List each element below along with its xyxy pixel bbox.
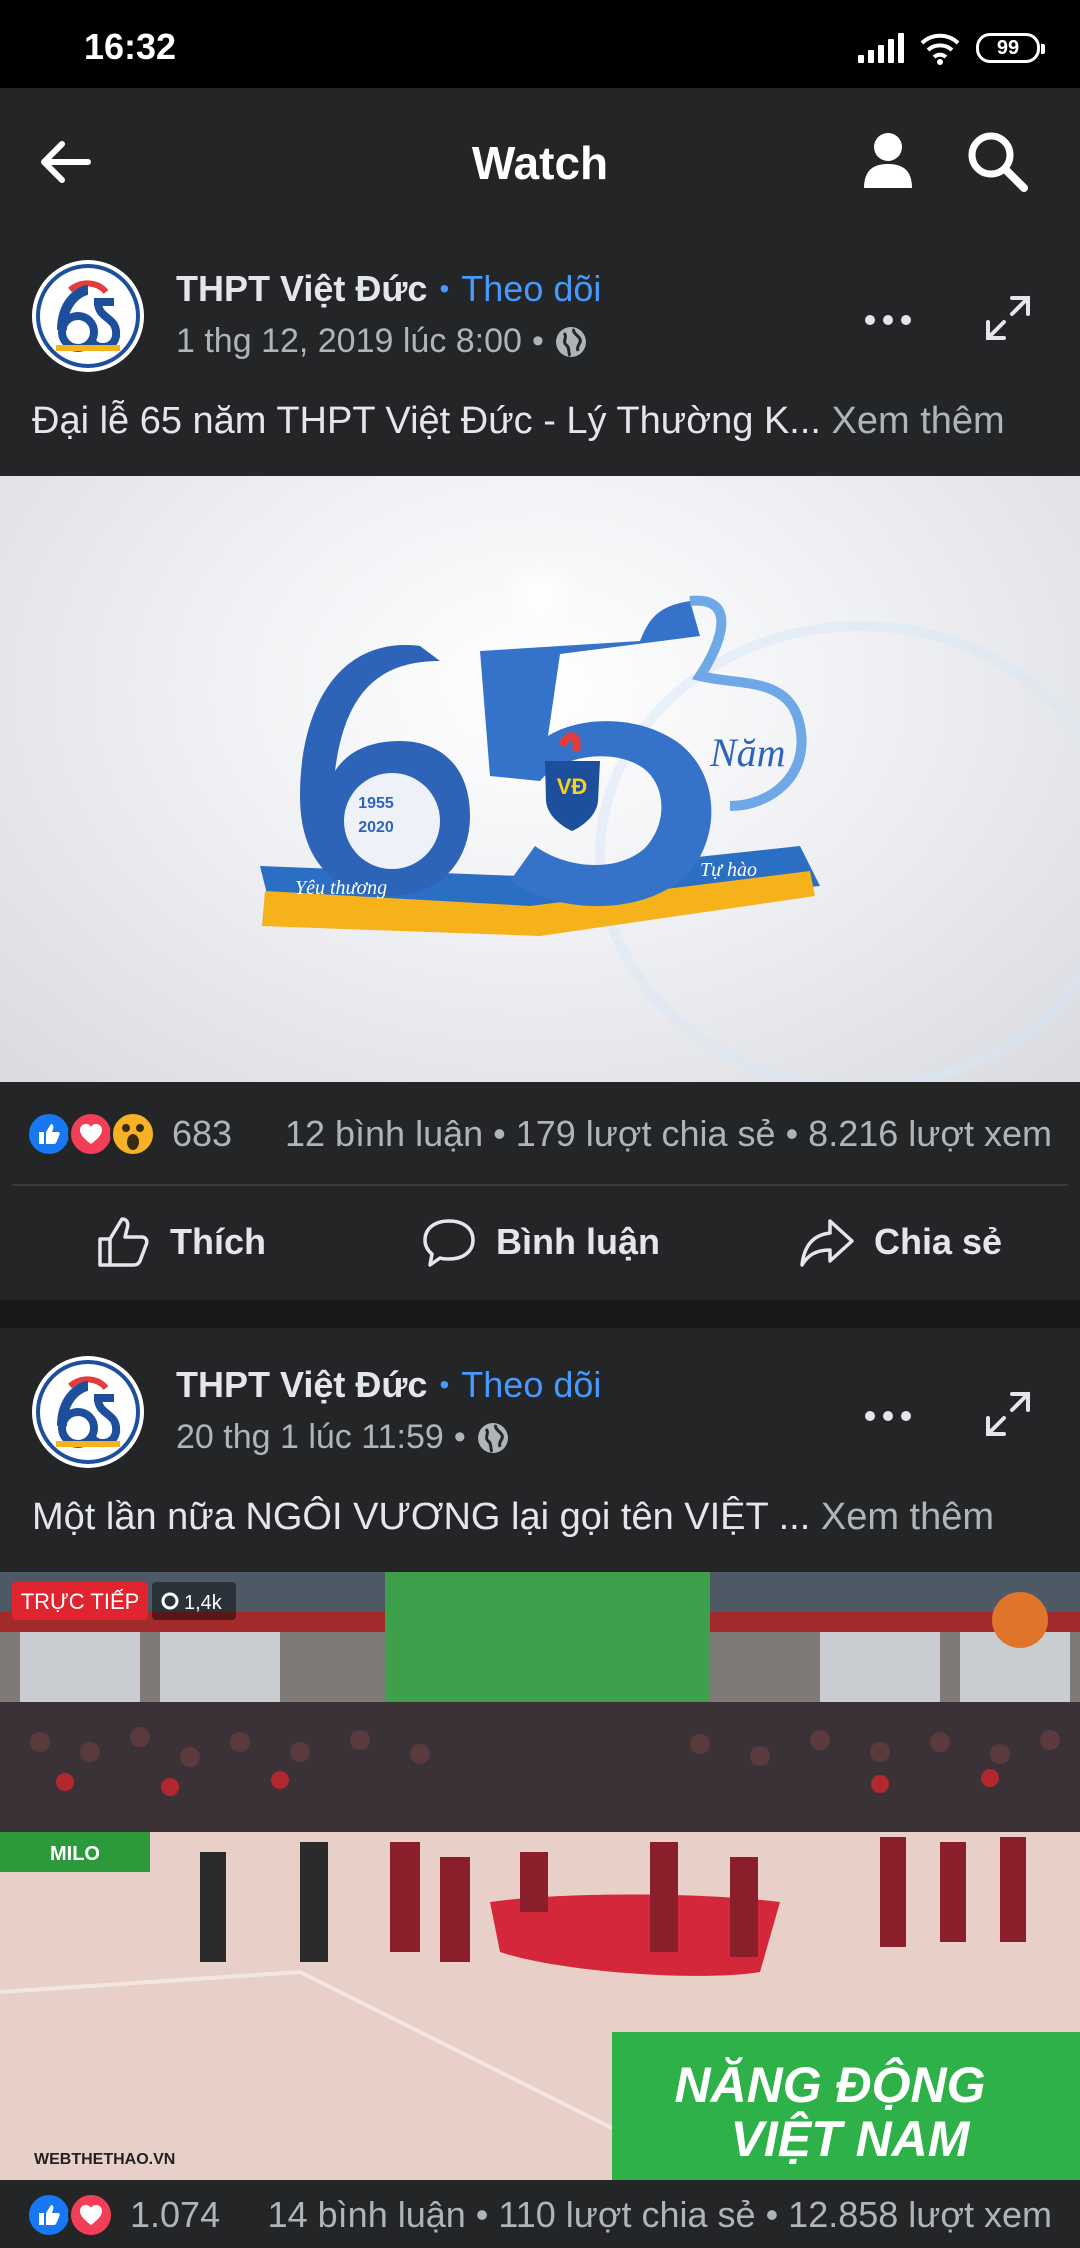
school-logo-icon: [36, 1360, 140, 1464]
banner-line1: NĂNG ĐỘNG: [674, 2056, 985, 2113]
dot-separator: •: [531, 322, 544, 360]
logo-initials: VĐ: [557, 774, 588, 799]
profile-icon[interactable]: [858, 130, 918, 190]
like-reaction-icon: [26, 1111, 72, 1157]
post-stats: 683 12 bình luận • 179 lượt chia sẻ • 8.…: [0, 1084, 1080, 1184]
reaction-summary[interactable]: 683: [26, 1111, 232, 1157]
caption-text: Một lần nữa NGÔI VƯƠNG lại gọi tên VIỆT …: [32, 1496, 811, 1538]
engagement-stats[interactable]: 14 bình luận • 110 lượt chia sẻ • 12.858…: [268, 2194, 1052, 2236]
globe-icon: [555, 326, 586, 357]
wifi-icon: [920, 33, 960, 65]
post-caption: Đại lễ 65 năm THPT Việt Đức - Lý Thường …: [32, 400, 1052, 443]
app-header: Watch: [0, 88, 1080, 232]
pride-ribbon-label: Tự hào: [700, 859, 757, 881]
dot-separator: •: [439, 273, 450, 304]
follow-button[interactable]: Theo dõi: [461, 1364, 601, 1406]
comment-label: Bình luận: [496, 1221, 660, 1262]
globe-icon: [477, 1422, 508, 1453]
page-title: Watch: [471, 137, 609, 189]
basketball-court-video-frame: MILO NĂNG ĐỘNG VIỆT NAM TRỰC TIẾP 1,4k W…: [0, 1572, 1080, 2180]
watermark: WEBTHETHAO.VN: [34, 2151, 175, 2168]
status-bar: 16:32 99: [0, 0, 1080, 88]
love-reaction-icon: [68, 1111, 114, 1157]
share-label: Chia sẻ: [873, 1221, 1003, 1262]
post-actions: Thích Bình luận Chia sẻ: [0, 1186, 1080, 1298]
expand-icon[interactable]: [982, 1388, 1034, 1440]
author-line: THPT Việt Đức • Theo dõi: [176, 268, 601, 310]
reaction-count: 1.074: [130, 2194, 221, 2235]
school-logo-icon: [36, 264, 140, 368]
years-end-label: 2020: [358, 819, 394, 836]
video-post: THPT Việt Đức • Theo dõi 1 thg 12, 2019 …: [0, 232, 1080, 1300]
author-line: THPT Việt Đức • Theo dõi: [176, 1364, 601, 1406]
more-options-button[interactable]: [854, 1396, 922, 1436]
engagement-stats[interactable]: 12 bình luận • 179 lượt chia sẻ • 8.216 …: [285, 1113, 1052, 1155]
search-icon[interactable]: [966, 130, 1028, 192]
dot-separator: •: [439, 1369, 450, 1400]
dot-separator: •: [453, 1418, 466, 1456]
avatar[interactable]: [32, 1356, 144, 1468]
caption-text: Đại lễ 65 năm THPT Việt Đức - Lý Thường …: [32, 400, 821, 442]
status-icons: 99: [858, 30, 1045, 66]
video-post: THPT Việt Đức • Theo dõi 20 thg 1 lúc 11…: [0, 1328, 1080, 2248]
comment-button[interactable]: Bình luận: [360, 1186, 720, 1298]
video-player[interactable]: MILO NĂNG ĐỘNG VIỆT NAM TRỰC TIẾP 1,4k W…: [0, 1572, 1080, 2180]
viewer-count: 1,4k: [184, 1592, 223, 1614]
like-label: Thích: [170, 1221, 266, 1262]
battery-icon: 99: [976, 33, 1045, 63]
milo-ad-label: MILO: [50, 1843, 100, 1865]
post-meta: 1 thg 12, 2019 lúc 8:00 •: [176, 322, 588, 361]
post-meta: 20 thg 1 lúc 11:59 •: [176, 1418, 510, 1457]
like-button[interactable]: Thích: [0, 1186, 360, 1298]
love-ribbon-label: Yêu thương: [295, 877, 387, 899]
signal-icon: [858, 33, 904, 63]
live-badge: TRỰC TIẾP: [21, 1589, 140, 1614]
nam-label: Năm: [709, 730, 786, 775]
share-arrow-icon: [800, 1219, 854, 1267]
post-stats: 1.074 14 bình luận • 110 lượt chia sẻ • …: [0, 2182, 1080, 2248]
wow-reaction-icon: [110, 1111, 156, 1157]
love-reaction-icon: [68, 2192, 114, 2238]
video-player[interactable]: VĐ 1955 2020 Năm Yêu thương Tự hào: [0, 476, 1080, 1082]
author-name[interactable]: THPT Việt Đức: [176, 1364, 427, 1406]
post-timestamp[interactable]: 1 thg 12, 2019 lúc 8:00: [176, 322, 522, 361]
comment-icon: [423, 1219, 475, 1267]
post-caption: Một lần nữa NGÔI VƯƠNG lại gọi tên VIỆT …: [32, 1496, 1052, 1539]
author-name[interactable]: THPT Việt Đức: [176, 268, 427, 310]
see-more-link[interactable]: Xem thêm: [832, 400, 1005, 442]
see-more-link[interactable]: Xem thêm: [821, 1496, 994, 1538]
years-start-label: 1955: [358, 795, 394, 812]
anniversary-logo-video-frame: VĐ 1955 2020 Năm Yêu thương Tự hào: [260, 556, 1080, 1082]
expand-icon[interactable]: [982, 292, 1034, 344]
post-timestamp[interactable]: 20 thg 1 lúc 11:59: [176, 1418, 444, 1457]
avatar[interactable]: [32, 260, 144, 372]
like-reaction-icon: [26, 2192, 72, 2238]
reaction-summary[interactable]: 1.074: [26, 2192, 220, 2238]
reaction-count: 683: [172, 1113, 233, 1154]
status-time: 16:32: [84, 26, 177, 67]
thumbs-up-icon: [98, 1217, 149, 1267]
banner-line2: VIỆT NAM: [731, 2111, 971, 2167]
share-button[interactable]: Chia sẻ: [720, 1186, 1080, 1298]
more-options-button[interactable]: [854, 300, 922, 340]
follow-button[interactable]: Theo dõi: [461, 268, 601, 310]
